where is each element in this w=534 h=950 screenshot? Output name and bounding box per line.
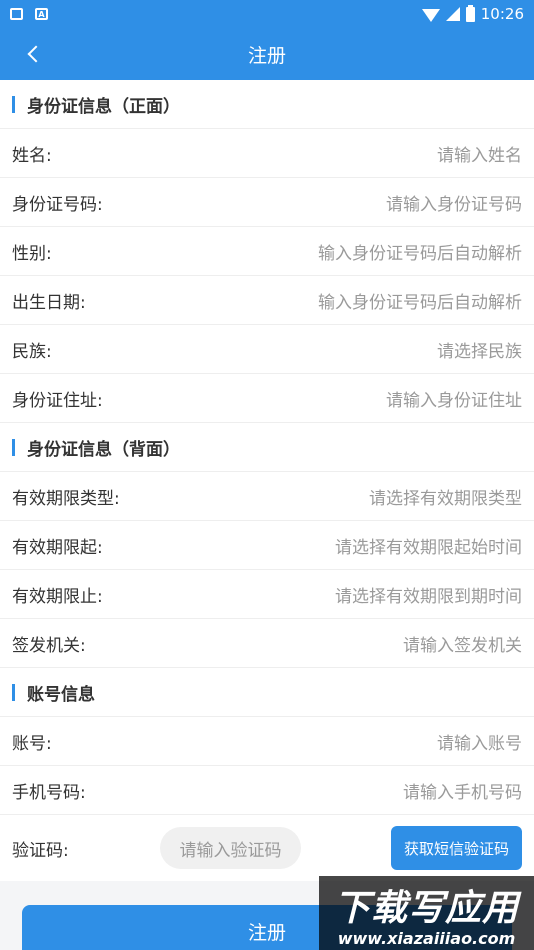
name-field[interactable]: 姓名: 请输入姓名 xyxy=(0,129,534,178)
id-number-field[interactable]: 身份证号码: 请输入身份证号码 xyxy=(0,178,534,227)
field-placeholder: 输入身份证号码后自动解析 xyxy=(318,292,522,313)
ethnicity-select[interactable]: 民族: 请选择民族 xyxy=(0,325,534,374)
field-placeholder: 请输入姓名 xyxy=(437,145,522,166)
section-title: 身份证信息（正面） xyxy=(27,96,180,117)
status-bar: A 10:26 xyxy=(0,0,534,28)
wifi-icon xyxy=(421,8,440,22)
section-header-account: 账号信息 xyxy=(0,668,534,717)
section-title: 账号信息 xyxy=(27,684,95,705)
section-accent-bar xyxy=(12,683,15,701)
field-label: 有效期限起: xyxy=(12,537,103,558)
app-header: 注册 xyxy=(0,28,534,80)
field-placeholder: 请输入身份证号码 xyxy=(386,194,522,215)
section-title: 身份证信息（背面） xyxy=(27,439,180,460)
field-label: 验证码: xyxy=(12,840,69,861)
gender-field[interactable]: 性别: 输入身份证号码后自动解析 xyxy=(0,227,534,276)
back-button[interactable] xyxy=(20,40,48,68)
registration-form: 身份证信息（正面） 姓名: 请输入姓名 身份证号码: 请输入身份证号码 性别: … xyxy=(0,80,534,881)
get-sms-code-button[interactable]: 获取短信验证码 xyxy=(391,826,522,870)
phone-field[interactable]: 手机号码: 请输入手机号码 xyxy=(0,766,534,815)
validity-type-select[interactable]: 有效期限类型: 请选择有效期限类型 xyxy=(0,472,534,521)
watermark-line1: 下载写应用 xyxy=(333,888,519,929)
field-placeholder: 请输入身份证住址 xyxy=(386,390,522,411)
field-label: 手机号码: xyxy=(12,782,86,803)
status-time: 10:26 xyxy=(480,5,524,23)
field-placeholder: 请输入手机号码 xyxy=(403,782,522,803)
a-icon: A xyxy=(35,8,48,20)
field-label: 签发机关: xyxy=(12,635,86,656)
verify-code-row: 验证码: 请输入验证码 获取短信验证码 xyxy=(0,815,534,881)
id-address-field[interactable]: 身份证住址: 请输入身份证住址 xyxy=(0,374,534,423)
field-placeholder: 请选择民族 xyxy=(437,341,522,362)
field-placeholder: 请选择有效期限类型 xyxy=(369,488,522,509)
validity-end-select[interactable]: 有效期限止: 请选择有效期限到期时间 xyxy=(0,570,534,619)
field-label: 出生日期: xyxy=(12,292,86,313)
field-placeholder: 输入身份证号码后自动解析 xyxy=(318,243,522,264)
battery-icon xyxy=(465,4,475,22)
signal-icon xyxy=(445,7,460,21)
validity-start-select[interactable]: 有效期限起: 请选择有效期限起始时间 xyxy=(0,521,534,570)
watermark-logo: 下载写应用 www.xiazaiiiao.com xyxy=(319,876,534,950)
field-label: 有效期限止: xyxy=(12,586,103,607)
section-header-id-back: 身份证信息（背面） xyxy=(0,423,534,472)
birth-date-field[interactable]: 出生日期: 输入身份证号码后自动解析 xyxy=(0,276,534,325)
section-accent-bar xyxy=(12,438,15,456)
field-label: 身份证号码: xyxy=(12,194,103,215)
account-field[interactable]: 账号: 请输入账号 xyxy=(0,717,534,766)
field-label: 姓名: xyxy=(12,145,52,166)
field-label: 有效期限类型: xyxy=(12,488,120,509)
field-placeholder: 请输入账号 xyxy=(437,733,522,754)
field-label: 性别: xyxy=(12,243,52,264)
field-placeholder: 请输入签发机关 xyxy=(403,635,522,656)
verify-code-input[interactable]: 请输入验证码 xyxy=(160,827,301,869)
field-placeholder: 请选择有效期限起始时间 xyxy=(335,537,522,558)
section-header-id-front: 身份证信息（正面） xyxy=(0,80,534,129)
field-label: 身份证住址: xyxy=(12,390,103,411)
field-placeholder: 请选择有效期限到期时间 xyxy=(335,586,522,607)
section-accent-bar xyxy=(12,95,15,113)
watermark-line2: www.xiazaiiiao.com xyxy=(337,929,516,948)
field-label: 民族: xyxy=(12,341,52,362)
issuing-authority-field[interactable]: 签发机关: 请输入签发机关 xyxy=(0,619,534,668)
chevron-left-icon xyxy=(27,45,45,63)
page-title: 注册 xyxy=(247,44,286,67)
field-label: 账号: xyxy=(12,733,52,754)
mail-icon xyxy=(10,8,23,20)
